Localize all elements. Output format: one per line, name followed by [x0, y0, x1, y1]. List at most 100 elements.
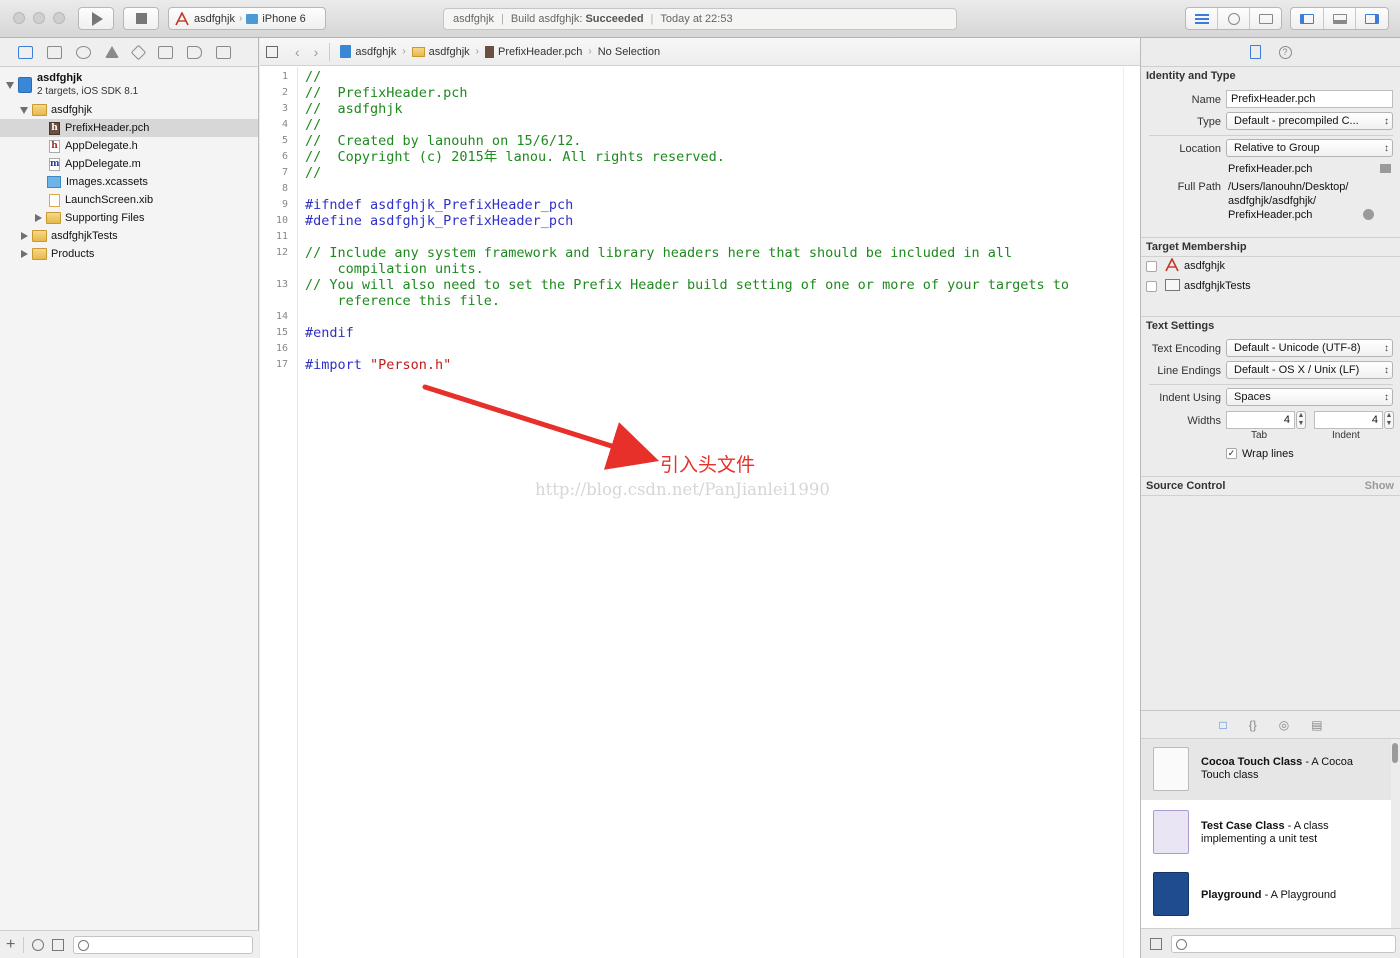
line-endings-popup[interactable]: Default - OS X / Unix (LF)	[1226, 361, 1393, 379]
tab-width-stepper[interactable]: ▲ ▼	[1296, 411, 1306, 429]
folder-icon	[32, 230, 47, 242]
navigator-filter-input[interactable]	[73, 936, 253, 954]
library-item[interactable]: Test Case Class - A class implementing a…	[1141, 802, 1391, 862]
disclosure-triangle-icon[interactable]	[21, 250, 28, 258]
pch-file-icon: h	[49, 121, 60, 135]
code-snippet-library-icon[interactable]: {}	[1249, 718, 1257, 732]
editor-mode-control[interactable]	[1185, 7, 1282, 30]
line-number-gutter: 1 2 3 4 5 6 7 8 9 10 11 12 13 14 15 16 17	[260, 67, 298, 958]
disclosure-triangle-icon[interactable]	[35, 214, 42, 222]
tree-row-file[interactable]: m AppDelegate.m	[0, 155, 258, 173]
add-file-icon[interactable]: +	[6, 936, 15, 952]
library-filter-input[interactable]	[1171, 935, 1396, 953]
close-window-button[interactable]	[13, 12, 25, 24]
breakpoint-nav-icon[interactable]	[187, 45, 202, 59]
folder-nav-icon[interactable]	[18, 45, 33, 59]
toolbar: asdfghjk › iPhone 6 asdfghjk | Build asd…	[0, 0, 1400, 38]
annotation-label: 引入头文件	[660, 454, 756, 476]
grid-view-icon[interactable]	[1150, 938, 1162, 950]
scheme-separator: ›	[238, 13, 243, 24]
type-popup[interactable]: Default - precompiled C...	[1226, 112, 1393, 130]
location-popup[interactable]: Relative to Group	[1226, 139, 1393, 157]
object-library-icon[interactable]: ◎	[1279, 718, 1289, 732]
tree-row-group[interactable]: Supporting Files	[0, 209, 258, 227]
file-template-library-icon[interactable]: □	[1219, 718, 1226, 732]
name-field[interactable]: PrefixHeader.pch	[1226, 90, 1393, 108]
editor-scroll-edge	[1123, 67, 1124, 958]
standard-editor-icon	[1194, 13, 1209, 24]
zoom-window-button[interactable]	[53, 12, 65, 24]
assistant-editor-icon	[1227, 12, 1240, 25]
jump-bar-label: asdfghjk	[428, 45, 470, 58]
line-number: 17	[275, 359, 288, 370]
jump-bar-project[interactable]: asdfghjk ›	[340, 45, 406, 58]
indent-width-stepper[interactable]: ▲ ▼	[1384, 411, 1394, 429]
tree-label: AppDelegate.m	[65, 158, 141, 170]
jump-bar-file[interactable]: PrefixHeader.pch ›	[485, 45, 592, 58]
disclosure-triangle-icon[interactable]	[21, 232, 28, 240]
tree-row-project[interactable]: asdfghjk 2 targets, iOS SDK 8.1	[0, 69, 258, 101]
file-inspector-icon[interactable]	[1249, 45, 1261, 59]
jump-bar-symbol[interactable]: No Selection	[598, 46, 660, 58]
assistant-editor-button[interactable]	[1218, 8, 1250, 29]
symbol-nav-icon[interactable]	[47, 45, 62, 59]
membership-heading: Target Membership	[1146, 241, 1247, 253]
reveal-folder-icon[interactable]	[1380, 164, 1391, 173]
library-scrollbar[interactable]	[1392, 743, 1398, 763]
utilities-inspector: ? Identity and Type Name PrefixHeader.pc…	[1140, 38, 1400, 958]
library-item-title: Test Case Class	[1201, 820, 1285, 832]
toggle-debug-area-button[interactable]	[1324, 8, 1357, 29]
run-button[interactable]	[78, 7, 114, 30]
indent-width-field[interactable]: 4	[1314, 411, 1383, 429]
target-checkbox[interactable]	[1146, 261, 1157, 272]
code-token: // Copyright (c) 2015年 lanou. All rights…	[305, 149, 725, 165]
tree-row-group[interactable]: asdfghjk	[0, 101, 258, 119]
back-button[interactable]: ‹	[295, 44, 300, 60]
target-checkbox[interactable]	[1146, 281, 1157, 292]
standard-editor-button[interactable]	[1186, 8, 1218, 29]
media-library-icon[interactable]: ▤	[1311, 718, 1322, 732]
encoding-popup[interactable]: Default - Unicode (UTF-8)	[1226, 339, 1393, 357]
app-target-icon	[175, 11, 189, 25]
text-settings-divider	[1149, 384, 1393, 385]
view-toggle-control[interactable]	[1290, 7, 1389, 30]
project-name: asdfghjk	[37, 72, 83, 84]
library-item[interactable]: Playground - A Playground	[1141, 864, 1391, 926]
toggle-utilities-button[interactable]	[1356, 8, 1388, 29]
disclosure-triangle-icon[interactable]	[20, 106, 28, 114]
tree-row-file[interactable]: h PrefixHeader.pch	[0, 119, 258, 137]
navigator-panel-icon	[1299, 13, 1314, 24]
jump-bar-group[interactable]: asdfghjk ›	[411, 45, 479, 58]
reveal-in-finder-icon[interactable]	[1363, 209, 1374, 220]
quick-help-icon[interactable]: ?	[1278, 45, 1292, 59]
version-editor-button[interactable]	[1250, 8, 1281, 29]
tree-row-file[interactable]: LaunchScreen.xib	[0, 191, 258, 209]
disclosure-triangle-icon[interactable]	[6, 81, 14, 89]
issue-nav-icon[interactable]	[105, 46, 119, 58]
tree-row-file[interactable]: Images.xcassets	[0, 173, 258, 191]
source-control-show-button[interactable]: Show	[1365, 480, 1394, 492]
file-tree: asdfghjk 2 targets, iOS SDK 8.1 asdfghjk…	[0, 67, 258, 263]
report-nav-icon[interactable]	[216, 45, 231, 59]
minimize-window-button[interactable]	[33, 12, 45, 24]
tree-row-file[interactable]: h AppDelegate.h	[0, 137, 258, 155]
inspector-tabs: ?	[1141, 38, 1400, 67]
tree-row-group[interactable]: asdfghjkTests	[0, 227, 258, 245]
forward-button[interactable]: ›	[314, 44, 319, 60]
scm-filter-icon[interactable]	[52, 938, 65, 951]
wrap-lines-checkbox[interactable]: ✓	[1226, 448, 1237, 459]
debug-nav-icon[interactable]	[158, 45, 173, 59]
related-items-icon[interactable]	[266, 45, 278, 58]
jump-bar-divider	[329, 42, 331, 61]
library-item[interactable]: Cocoa Touch Class - A Cocoa Touch class	[1141, 739, 1391, 800]
code-line: //	[305, 69, 321, 85]
tree-row-group[interactable]: Products	[0, 245, 258, 263]
tab-width-field[interactable]: 4	[1226, 411, 1295, 429]
test-nav-icon[interactable]	[130, 44, 147, 60]
scheme-selector[interactable]: asdfghjk › iPhone 6	[168, 7, 326, 30]
toggle-navigator-button[interactable]	[1291, 8, 1324, 29]
find-nav-icon[interactable]	[76, 45, 91, 59]
indent-using-popup[interactable]: Spaces	[1226, 388, 1393, 406]
stop-button[interactable]	[123, 7, 159, 30]
recent-files-icon[interactable]	[32, 938, 45, 951]
